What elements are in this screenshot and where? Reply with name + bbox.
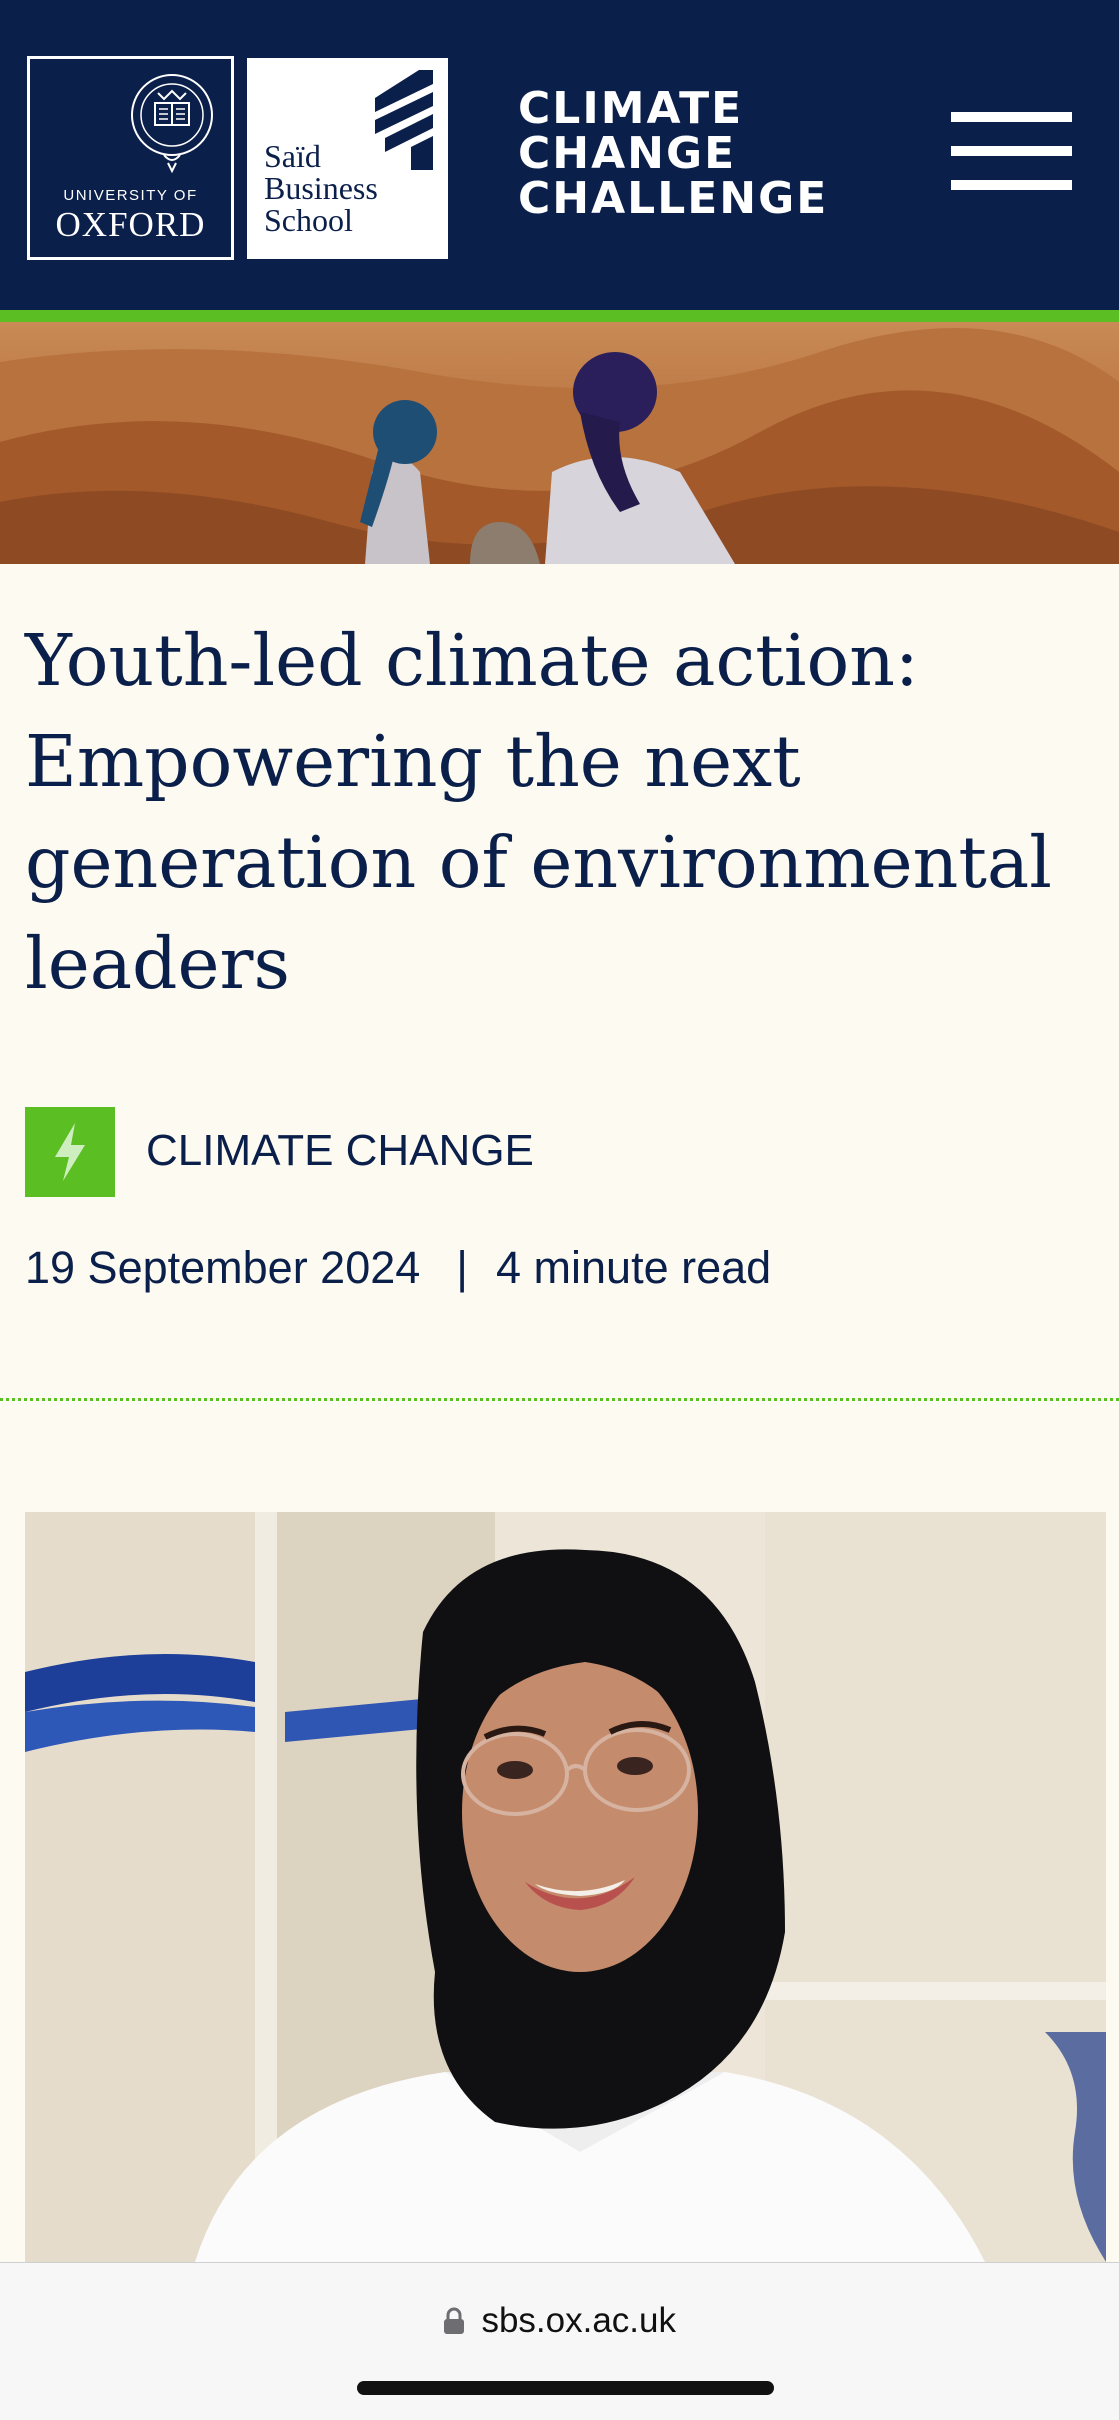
article-meta: 19 September 2024 | 4 minute read (25, 1243, 771, 1293)
portrait-image (25, 1512, 1106, 2262)
lightning-bolt-icon (55, 1123, 85, 1181)
climate-change-challenge-logo[interactable]: CLIMATE CHANGE CHALLENGE (518, 86, 868, 221)
ccc-logo-line: CHALLENGE (518, 173, 829, 224)
woman-portrait-photo (25, 1512, 1106, 2262)
home-indicator[interactable] (357, 2381, 774, 2395)
article-title: Youth-led climate action: Empowering the… (25, 619, 1052, 1005)
meta-separator: | (456, 1242, 468, 1293)
said-logo-line: Saïd (264, 138, 321, 174)
oxford-crest-icon (131, 74, 213, 174)
ccc-logo-line: CHANGE (518, 128, 737, 179)
category-icon-box[interactable] (25, 1107, 115, 1197)
browser-url-bar: sbs.ox.ac.uk (0, 2262, 1119, 2420)
header-accent-stripe (0, 310, 1119, 322)
read-time: 4 minute read (496, 1242, 772, 1293)
url-text: sbs.ox.ac.uk (481, 2301, 676, 2340)
ccc-logo-line: CLIMATE (518, 83, 744, 134)
menu-bar (951, 146, 1072, 156)
said-logo-line: School (264, 202, 353, 238)
lock-icon (444, 2307, 464, 2334)
said-logo-line: Business (264, 170, 378, 206)
hamburger-menu-icon[interactable] (951, 112, 1072, 190)
oxford-logo-line2: OXFORD (55, 205, 206, 244)
menu-bar (951, 180, 1072, 190)
category-link[interactable]: CLIMATE CHANGE (146, 1127, 534, 1175)
oxford-university-logo[interactable]: UNIVERSITY OF OXFORD (27, 56, 234, 260)
publish-date: 19 September 2024 (25, 1242, 421, 1293)
hero-image (0, 322, 1119, 564)
said-business-school-logo[interactable]: Saïd Business School (247, 58, 448, 259)
oxford-logo-line1: UNIVERSITY OF (63, 187, 198, 204)
address-field[interactable]: sbs.ox.ac.uk (0, 2301, 1119, 2341)
desert-dunes-photo (0, 322, 1119, 564)
menu-bar (951, 112, 1072, 122)
dotted-divider (0, 1398, 1119, 1401)
site-header: UNIVERSITY OF OXFORD Saïd Business Schoo… (0, 0, 1119, 310)
said-logo-text: Saïd Business School (264, 140, 424, 236)
